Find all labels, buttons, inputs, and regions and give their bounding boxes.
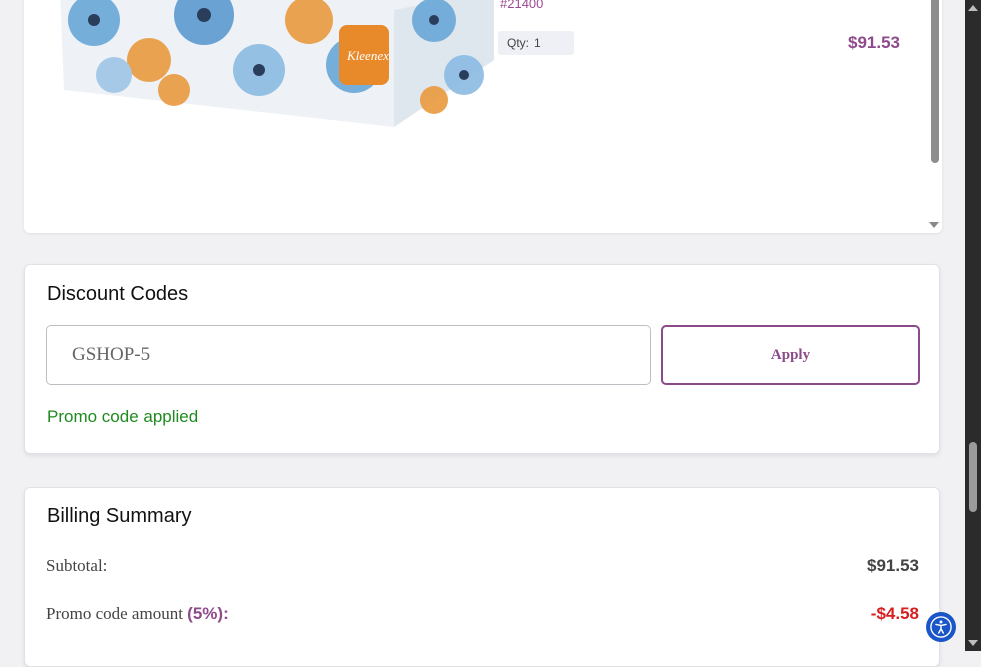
scroll-down-icon[interactable] [968,640,978,646]
subtotal-row: Subtotal: $91.53 [46,556,919,580]
subtotal-value: $91.53 [867,556,919,575]
discount-title: Discount Codes [47,283,189,305]
cart-scrollbar-thumb[interactable] [931,0,939,163]
cart-scrollbar[interactable] [928,0,942,233]
subtotal-label: Subtotal: [46,556,108,575]
product-image: Kleenex [60,0,494,127]
promo-amount-text: Promo code amount [46,604,183,623]
page-scrollbar[interactable] [965,0,981,651]
promo-percent: (5%): [187,604,229,623]
promo-amount-row: Promo code amount (5%): -$4.58 [46,604,919,628]
promo-status-message: Promo code applied [47,407,199,426]
discount-codes-card: Discount Codes Apply Promo code applied [24,264,940,454]
scroll-up-icon[interactable] [968,5,978,11]
billing-summary-card: Billing Summary Subtotal: $91.53 Promo c… [24,487,940,667]
promo-code-input[interactable] [46,325,651,385]
billing-title: Billing Summary [47,505,192,527]
quantity-value: 1 [534,36,541,50]
apply-button[interactable]: Apply [661,325,920,385]
accessibility-icon [930,616,952,638]
quantity-field[interactable]: Qty: 1 [498,31,574,55]
cart-scroll-down-icon[interactable] [929,222,939,228]
item-price: $91.53 [848,33,900,52]
quantity-label: Qty: [507,36,530,50]
page-scrollbar-thumb[interactable] [969,442,977,512]
promo-amount-label: Promo code amount (5%): [46,604,229,624]
cart-items-card: Kleenex #21400 Qty: 1 $91.53 [24,0,942,233]
product-sku: #21400 [500,0,544,11]
promo-amount-value: -$4.58 [870,604,919,623]
accessibility-button[interactable] [926,612,956,642]
svg-text:Kleenex: Kleenex [346,48,389,63]
